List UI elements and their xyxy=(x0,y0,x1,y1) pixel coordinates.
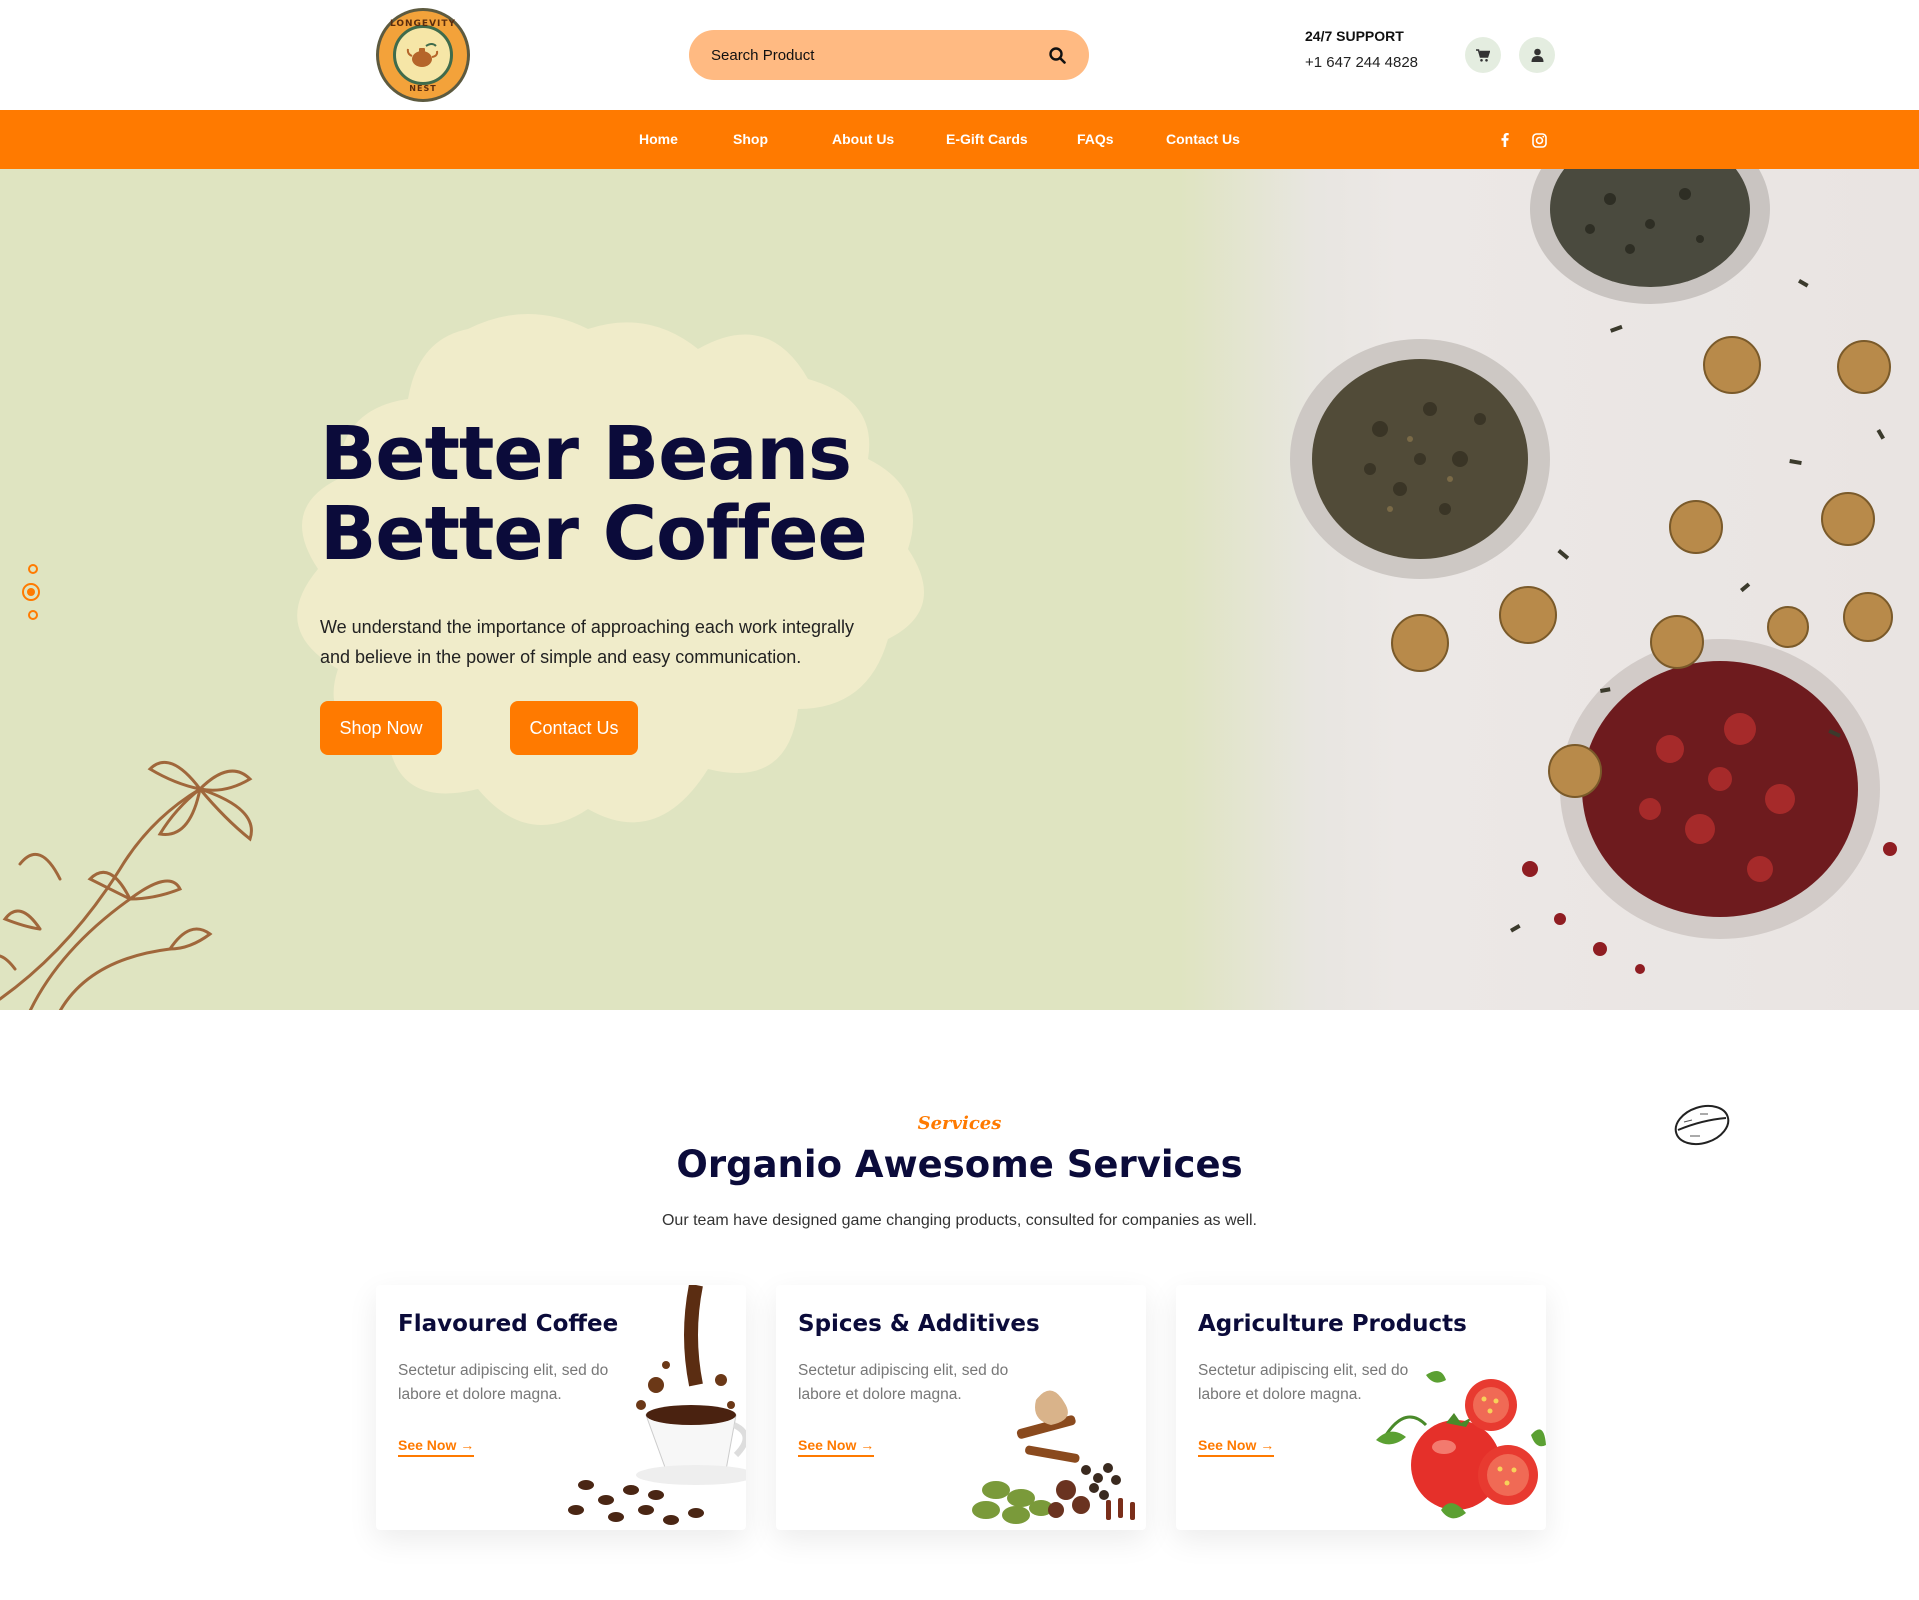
slider-dot-1[interactable] xyxy=(28,564,38,574)
see-now-link[interactable]: See Now → xyxy=(798,1437,875,1457)
hero-section: Better Beans Better Coffee We understand… xyxy=(0,169,1919,1010)
support-info: 24/7 SUPPORT +1 647 244 4828 xyxy=(1305,28,1418,71)
slider-dot-2[interactable] xyxy=(22,583,40,601)
service-card-spices[interactable]: Spices & Additives Sectetur adipiscing e… xyxy=(776,1285,1146,1530)
nav-faqs[interactable]: FAQs xyxy=(1077,110,1114,169)
teapot-icon xyxy=(393,25,453,85)
hero-title-line1: Better Beans xyxy=(320,411,852,497)
contact-us-button[interactable]: Contact Us xyxy=(510,701,638,755)
coffee-bean-icon xyxy=(1674,1104,1730,1146)
nav-shop[interactable]: Shop xyxy=(733,110,768,169)
logo-text-bottom: NEST xyxy=(409,84,437,93)
search-icon[interactable] xyxy=(1047,45,1067,65)
hero-title: Better Beans Better Coffee xyxy=(320,411,868,577)
hero-blob-shape xyxy=(297,314,924,825)
search-input[interactable] xyxy=(711,46,1047,64)
support-label: 24/7 SUPPORT xyxy=(1305,28,1404,44)
tomato-illustration xyxy=(1376,1371,1546,1519)
nav-home[interactable]: Home xyxy=(639,110,678,169)
service-card-agriculture[interactable]: Agriculture Products Sectetur adipiscing… xyxy=(1176,1285,1546,1530)
see-now-link[interactable]: See Now → xyxy=(1198,1437,1275,1457)
cart-icon[interactable] xyxy=(1465,37,1501,73)
support-phone[interactable]: +1 647 244 4828 xyxy=(1305,54,1418,71)
logo-ring: LONGEVITY NEST xyxy=(379,11,467,99)
slider-dots xyxy=(22,564,40,629)
service-card-coffee[interactable]: Flavoured Coffee Sectetur adipiscing eli… xyxy=(376,1285,746,1530)
facebook-icon[interactable] xyxy=(1495,130,1515,150)
flower-illustration xyxy=(0,760,253,1010)
nav-contact[interactable]: Contact Us xyxy=(1166,110,1240,169)
nav-about[interactable]: About Us xyxy=(832,110,894,169)
service-card-title: Agriculture Products xyxy=(1198,1311,1467,1337)
service-card-title: Spices & Additives xyxy=(798,1311,1040,1337)
services-title: Organio Awesome Services xyxy=(676,1143,1243,1186)
site-logo[interactable]: LONGEVITY NEST xyxy=(376,8,470,102)
hero-description: We understand the importance of approach… xyxy=(320,617,854,667)
see-now-link[interactable]: See Now → xyxy=(398,1437,475,1457)
services-description: Our team have designed game changing pro… xyxy=(661,1212,1257,1229)
hero-tea-image xyxy=(1180,169,1919,1010)
search-bar xyxy=(689,30,1089,80)
nav-egift[interactable]: E-Gift Cards xyxy=(946,110,1028,169)
logo-text-top: LONGEVITY xyxy=(389,19,457,29)
slider-dot-3[interactable] xyxy=(28,610,38,620)
main-nav: Home Shop About Us E-Gift Cards FAQs Con… xyxy=(0,110,1919,169)
instagram-icon[interactable] xyxy=(1529,130,1549,150)
top-header: LONGEVITY NEST 24/7 SUPPORT +1 647 244 4… xyxy=(0,0,1919,110)
shop-now-button[interactable]: Shop Now xyxy=(320,701,442,755)
services-subtitle: Services xyxy=(917,1113,1002,1134)
user-icon[interactable] xyxy=(1519,37,1555,73)
hero-title-line2: Better Coffee xyxy=(320,491,868,577)
spices-illustration xyxy=(972,1390,1135,1524)
coffee-cup-illustration xyxy=(568,1285,746,1525)
